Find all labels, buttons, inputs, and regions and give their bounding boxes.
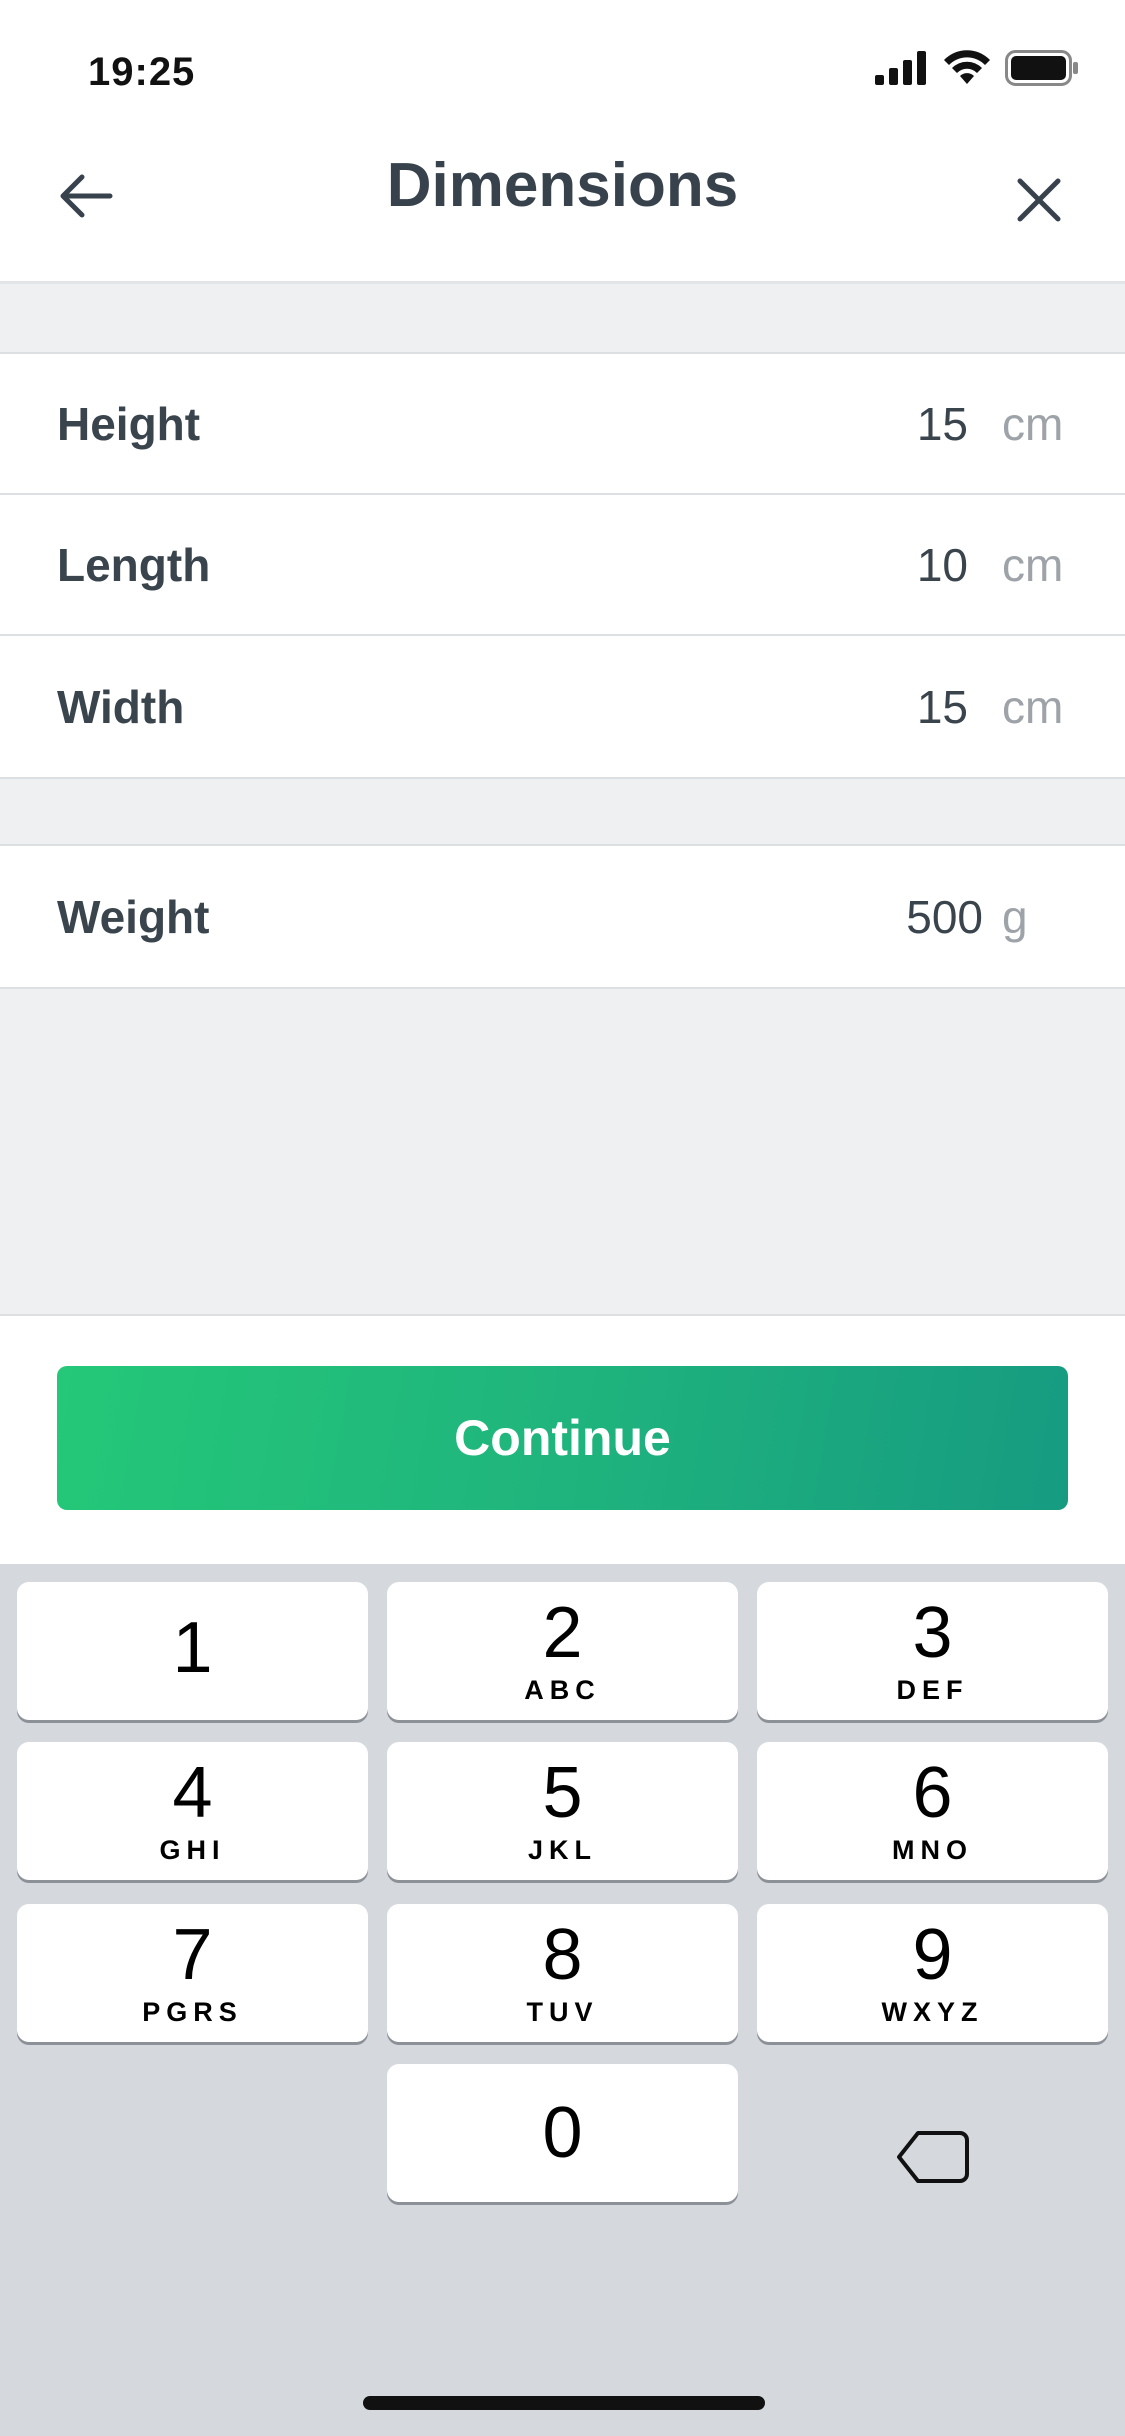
delete-key[interactable]	[757, 2088, 1108, 2226]
height-field[interactable]: Height 15 cm	[0, 354, 1125, 495]
key-3[interactable]: 3 DEF	[757, 1582, 1108, 1720]
key-letters: ABC	[524, 1674, 601, 1705]
dimensions-group: Height 15 cm Length 10 cm Width 15 cm	[0, 352, 1125, 779]
continue-area: Continue	[0, 1314, 1125, 1564]
key-digit: 6	[912, 1752, 953, 1833]
key-letters: TUV	[526, 1996, 599, 2027]
key-digit: 1	[172, 1608, 213, 1688]
height-label: Height	[57, 397, 201, 450]
home-indicator	[363, 2396, 765, 2410]
continue-button[interactable]: Continue	[57, 1366, 1068, 1510]
height-unit: cm	[1002, 397, 1064, 450]
key-5[interactable]: 5 JKL	[387, 1742, 738, 1880]
key-digit: 8	[542, 1914, 583, 1995]
page-title: Dimensions	[386, 151, 739, 220]
length-label: Length	[57, 538, 211, 591]
battery-icon	[1005, 50, 1078, 86]
backspace-icon	[896, 2131, 969, 2183]
close-icon	[1017, 178, 1061, 222]
key-digit: 2	[542, 1592, 583, 1673]
key-letters: PGRS	[142, 1996, 243, 2027]
length-unit: cm	[1002, 538, 1064, 591]
key-9[interactable]: 9 WXYZ	[757, 1904, 1108, 2042]
width-unit: cm	[1002, 680, 1064, 733]
key-0[interactable]: 0	[387, 2064, 738, 2202]
key-digit: 0	[542, 2093, 583, 2173]
wifi-icon	[944, 50, 990, 84]
key-letters: DEF	[896, 1674, 969, 1705]
length-field[interactable]: Length 10 cm	[0, 495, 1125, 636]
key-4[interactable]: 4 GHI	[17, 1742, 368, 1880]
width-field[interactable]: Width 15 cm	[0, 636, 1125, 777]
status-icons	[875, 50, 1079, 86]
status-bar: 19:25	[0, 0, 1125, 140]
key-digit: 9	[912, 1914, 953, 1995]
length-value[interactable]: 10	[917, 538, 968, 592]
key-2[interactable]: 2 ABC	[387, 1582, 738, 1720]
key-letters: MNO	[892, 1834, 973, 1865]
key-letters: GHI	[159, 1834, 226, 1865]
status-time: 19:25	[88, 50, 196, 94]
nav-bar: Dimensions	[0, 140, 1125, 284]
weight-group: Weight 500 g	[0, 844, 1125, 989]
key-letters: JKL	[527, 1834, 597, 1865]
key-digit: 5	[542, 1752, 583, 1833]
weight-label: Weight	[57, 890, 210, 943]
key-digit: 7	[172, 1914, 213, 1995]
key-6[interactable]: 6 MNO	[757, 1742, 1108, 1880]
width-value[interactable]: 15	[917, 680, 968, 734]
key-8[interactable]: 8 TUV	[387, 1904, 738, 2042]
width-label: Width	[57, 680, 185, 733]
height-value[interactable]: 15	[917, 397, 968, 451]
key-7[interactable]: 7 PGRS	[17, 1904, 368, 2042]
weight-field[interactable]: Weight 500 g	[0, 846, 1125, 987]
close-button[interactable]	[1003, 164, 1075, 236]
weight-unit: g	[1002, 890, 1028, 943]
key-letters: WXYZ	[881, 1996, 984, 2027]
numeric-keyboard: 1 2 ABC 3 DEF 4 GHI 5 JKL 6 MNO 7 PGRS 8…	[0, 1564, 1125, 2436]
key-digit: 3	[912, 1592, 953, 1673]
signal-icon	[875, 51, 926, 85]
key-digit: 4	[172, 1752, 213, 1833]
key-1[interactable]: 1	[17, 1582, 368, 1720]
weight-value[interactable]: 500	[906, 890, 983, 944]
